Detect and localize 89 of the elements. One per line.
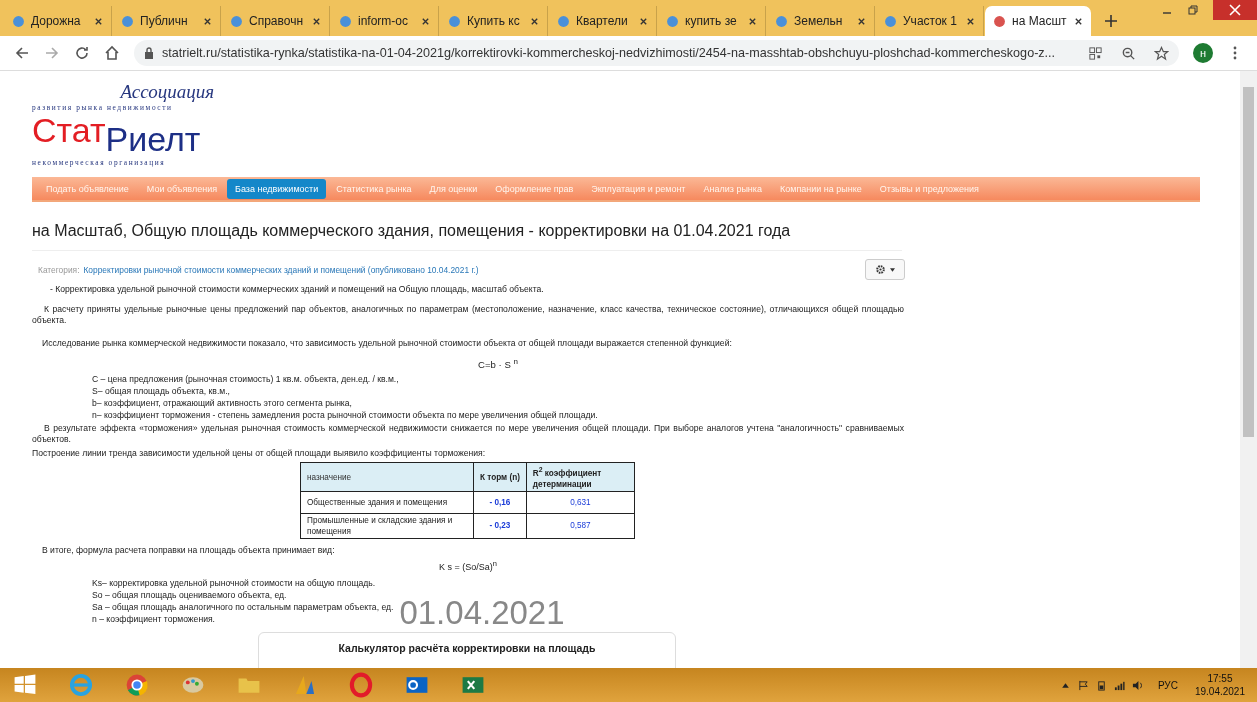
close-icon[interactable] <box>857 16 866 26</box>
category-link[interactable]: Корректировки рыночной стоимости коммерческих зданий и помещений (опубликовано 10.04.2021 г.) <box>83 264 479 275</box>
reload-icon[interactable] <box>74 45 90 61</box>
zoom-icon[interactable] <box>1121 45 1136 61</box>
paragraph: В результате эффекта «торможения» удельная рыночная стоимость коммерческой недвижимости снижается по мере увеличения общей площади. При выборе аналогов учтена "аналогичность" сравниваемых объектов. <box>32 423 904 446</box>
table-cell: Промышленные и складские здания и помещения <box>300 513 474 539</box>
site-icon <box>12 14 25 28</box>
category-label: Категория: <box>38 264 80 275</box>
close-icon[interactable] <box>966 16 975 26</box>
clock-date[interactable]: 19.04.2021 <box>1194 685 1245 698</box>
column-header: назначение <box>300 462 474 492</box>
tab-title: на Масшт <box>1012 14 1068 28</box>
clock-time[interactable]: 17:55 <box>1207 672 1233 685</box>
column-header: R$^{2}$ коэффициент детерминации <box>526 462 635 492</box>
table-cell: 0,587 <box>526 513 635 539</box>
close-window-icon[interactable] <box>1213 0 1257 20</box>
site-icon <box>230 14 243 28</box>
definition-text: Sa – общая площадь аналогичного по остальным параметрам объекта, ед. <box>92 601 394 613</box>
site-icon <box>993 14 1006 28</box>
paragraph: К расчету приняты удельные рыночные цены предложений пар объектов, аналогичных по параметрам (местоположение, назначение, класс качества, техническое состояние), отличающихся общей площадью объекта. <box>32 304 904 326</box>
logo-association-text: Ассоциация <box>120 81 214 103</box>
profile-avatar[interactable]: н <box>1193 43 1213 63</box>
site-icon <box>448 14 461 28</box>
site-icon <box>884 14 897 28</box>
close-icon[interactable] <box>421 16 430 26</box>
home-icon[interactable] <box>104 45 120 61</box>
star-icon[interactable] <box>1154 45 1169 61</box>
close-icon[interactable] <box>94 16 103 26</box>
formula: C=b · S $^{n}$ <box>477 357 519 371</box>
tab-title: Участок 1 <box>903 14 958 28</box>
site-icon <box>121 14 134 28</box>
site-icon <box>557 14 570 28</box>
close-icon[interactable] <box>530 16 539 26</box>
tab-title: Квартели <box>576 14 629 28</box>
new-tab-icon[interactable] <box>1104 14 1118 28</box>
definition-text: b– коэффициент, отражающий активность этого сегмента рынка, <box>92 398 353 410</box>
tab-title: Купить кс <box>467 14 521 28</box>
tab-title: купить зе <box>685 14 738 28</box>
article-title: на Масштаб, Общую площадь коммерческого здания, помещения - корректировки на 01.04.2021 года <box>32 222 902 251</box>
scrollbar[interactable] <box>1240 71 1257 668</box>
close-icon[interactable] <box>639 16 648 26</box>
language-indicator[interactable]: РУС <box>1157 679 1178 691</box>
battery-icon[interactable] <box>1095 679 1107 691</box>
tab-title: Земельн <box>794 14 844 28</box>
browser-tab[interactable]: на Масшт <box>985 6 1091 36</box>
tab-title: inform-oc <box>358 14 409 28</box>
definition-text: So – общая площадь оцениваемого объекта, ед. <box>92 589 288 601</box>
definition-text: C – цена предложения (рыночная стоимость) 1 кв.м. объекта, ден.ед. / кв.м., <box>92 374 400 386</box>
definition-text: Ks– корректировка удельной рыночной стоимости на общую площадь. <box>92 577 377 589</box>
tab-title: Дорожна <box>31 14 82 28</box>
address-field[interactable]: statrielt.ru/statistika-rynka/statistika-na-01-04-2021g/korrektirovki-kommercheskoj-nedvizhimosti/2454-na-masshtab-obshchuyu-ploshchad-kommercheskogo-z... <box>134 40 1179 66</box>
paragraph: Построение линии тренда зависимости удельной цены от общей площади выявило коэффициенты торможения: <box>32 448 487 460</box>
paragraph: Исследование рынка коммерческой недвижимости показало, что зависимость удельной рыночной стоимости объекта от общей площади выражается степенной функцией: <box>41 338 733 349</box>
definition-text: n– коэффициент торможения - степень замедления роста рыночной стоимости объекта по мере увеличения общей площади. <box>92 410 599 422</box>
site-icon <box>666 14 679 28</box>
calculator-title: Калькулятор расчёта корректировки на площадь <box>338 641 596 656</box>
date-label: 01.04.2021 <box>399 593 565 632</box>
back-icon[interactable] <box>14 45 30 61</box>
close-icon[interactable] <box>312 16 321 26</box>
flag-icon[interactable] <box>1077 679 1089 691</box>
chrome-icon[interactable] <box>124 672 150 698</box>
tab-title: Справочн <box>249 14 305 28</box>
site-icon <box>339 14 352 28</box>
close-icon[interactable] <box>203 16 212 26</box>
nav-item[interactable]: База недвижимости <box>227 178 327 199</box>
definition-text: S– общая площадь объекта, кв.м., <box>92 386 231 398</box>
definition-text: n – коэффициент торможения. <box>92 613 216 625</box>
restore-icon[interactable] <box>1187 4 1199 16</box>
site-icon <box>775 14 788 28</box>
speaker-icon[interactable] <box>1131 679 1143 691</box>
paragraph: В итоге, формула расчета поправки на площадь объекта принимает вид: <box>41 544 336 556</box>
logo-name-first: Стат <box>32 113 106 147</box>
lock-icon <box>144 47 154 59</box>
close-icon[interactable] <box>748 16 757 26</box>
table-cell: - 0,23 <box>473 513 527 539</box>
table-cell: Общественные здания и помещения <box>300 491 474 514</box>
caret-icon <box>890 267 895 272</box>
tab-title: Публичн <box>140 14 189 28</box>
signal-icon[interactable] <box>1113 679 1125 691</box>
settings-button[interactable] <box>865 259 905 280</box>
close-icon[interactable] <box>1074 16 1083 26</box>
formula: K s = (So/Sa)$^{n}$ <box>438 558 498 572</box>
intro-text: - Корректировка удельной рыночной стоимости коммерческих зданий и помещений на Общую площадь, масштаб объекта. <box>49 284 545 295</box>
logo-name-second: Риелт <box>105 122 201 156</box>
table-cell: 0,631 <box>526 491 635 514</box>
settings-icon <box>875 264 886 275</box>
column-header: К торм (n) <box>473 462 527 492</box>
qr-code-icon[interactable] <box>1088 45 1103 61</box>
table-cell: - 0,16 <box>473 491 527 514</box>
